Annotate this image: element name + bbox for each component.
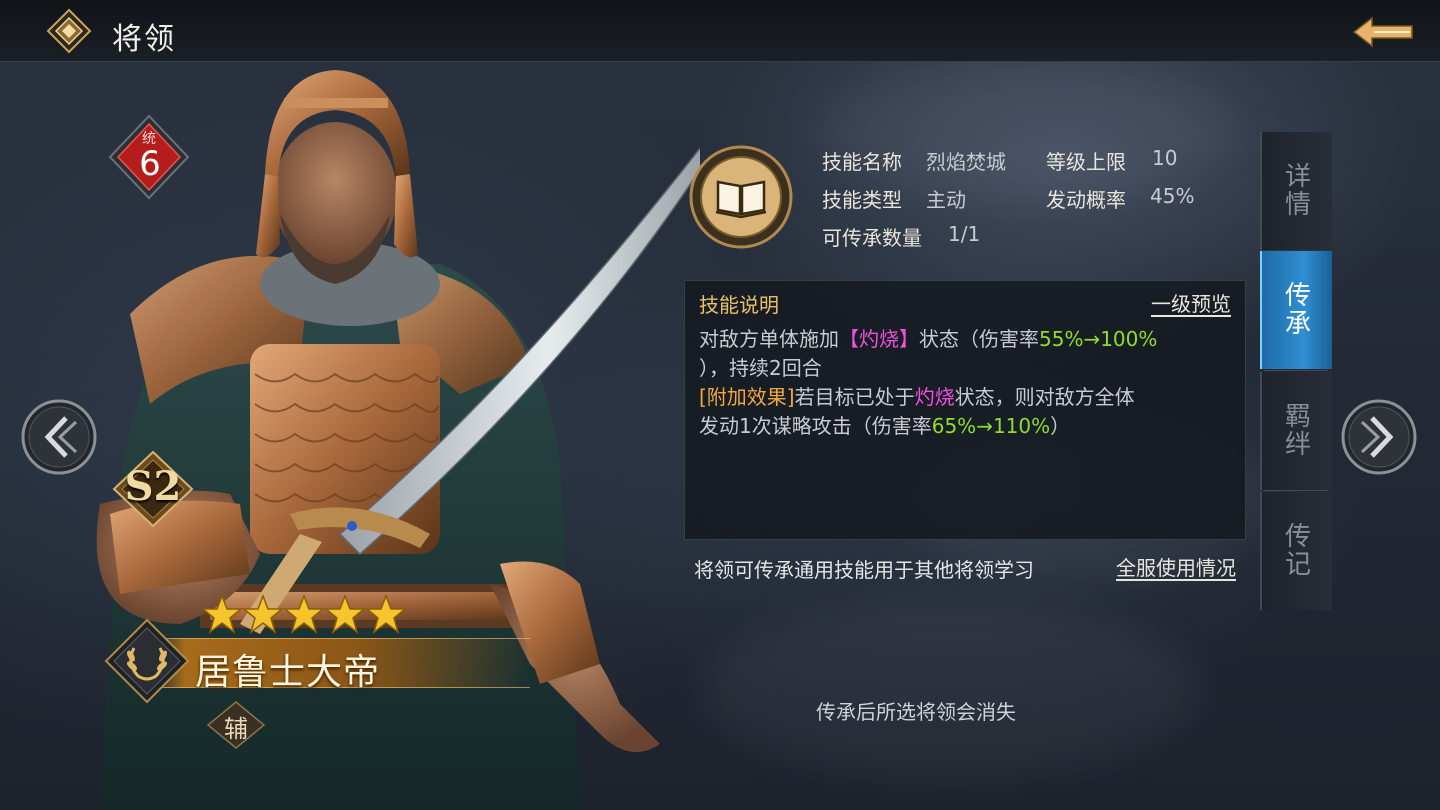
side-tabs: 详 情 传 承 羁 绊 传 记 bbox=[1260, 132, 1332, 610]
trigger-chance-label: 发动概率 bbox=[1046, 188, 1126, 212]
desc-text: 对敌方单体施加 bbox=[699, 327, 839, 351]
status-highlight: 灼烧 bbox=[914, 385, 955, 409]
description-text: 对敌方单体施加【灼烧】状态（伤害率55%→100% ），持续2回合 [附加效果]… bbox=[699, 325, 1235, 441]
tab-inherit[interactable]: 传 承 bbox=[1260, 251, 1332, 369]
game-screen: 将领 统 6 S2 居鲁士大帝 辅 技能名称 烈焰焚城 等级上限 10 技能类型… bbox=[0, 0, 1440, 810]
tab-label: 情 bbox=[1284, 190, 1311, 220]
skill-type-label: 技能类型 bbox=[822, 188, 902, 212]
level-cap-value: 10 bbox=[1152, 146, 1178, 170]
status-highlight: 【灼烧】 bbox=[839, 327, 919, 351]
inherit-warning: 传承后所选将领会消失 bbox=[816, 700, 1016, 724]
inherit-count-value: 1/1 bbox=[948, 222, 981, 246]
tab-divider bbox=[1264, 490, 1328, 491]
rate-highlight: 55%→100% bbox=[1039, 327, 1158, 351]
inherit-count-label: 可传承数量 bbox=[822, 226, 922, 250]
tab-label: 传 bbox=[1284, 281, 1311, 311]
effect-tag: [附加效果] bbox=[699, 385, 795, 409]
tab-label: 记 bbox=[1284, 550, 1311, 580]
trigger-chance-value: 45% bbox=[1150, 184, 1195, 208]
next-hero-button[interactable] bbox=[1340, 398, 1418, 476]
skill-name-value: 烈焰焚城 bbox=[926, 150, 1006, 174]
desc-text: 状态（伤害率 bbox=[919, 327, 1039, 351]
desc-text: 若目标已处于 bbox=[794, 385, 915, 409]
description-title: 技能说明 bbox=[699, 293, 779, 317]
level-cap-label: 等级上限 bbox=[1046, 150, 1126, 174]
background-cloud bbox=[820, 60, 1240, 200]
inherit-note: 将领可传承通用技能用于其他将领学习 bbox=[694, 558, 1034, 582]
tab-details[interactable]: 详 情 bbox=[1260, 132, 1332, 250]
desc-text: ） bbox=[1050, 414, 1071, 438]
desc-text: ），持续2回合 bbox=[699, 356, 822, 380]
back-arrow-icon[interactable] bbox=[1350, 12, 1416, 52]
tab-label: 承 bbox=[1284, 309, 1311, 339]
page-title: 将领 bbox=[112, 22, 176, 57]
skill-type-value: 主动 bbox=[926, 188, 966, 212]
star-rating bbox=[202, 594, 408, 634]
skill-description-panel: 技能说明 一级预览 对敌方单体施加【灼烧】状态（伤害率55%→100% ），持续… bbox=[684, 280, 1246, 540]
tab-label: 详 bbox=[1284, 162, 1311, 192]
tab-divider bbox=[1264, 370, 1328, 371]
grade-label: S2 bbox=[124, 463, 182, 510]
laurel-icon bbox=[104, 618, 190, 704]
desc-text: 状态，则对敌方全体 bbox=[954, 385, 1135, 409]
tab-label: 绊 bbox=[1284, 430, 1311, 460]
skill-name-label: 技能名称 bbox=[822, 150, 902, 174]
tab-biography[interactable]: 传 记 bbox=[1260, 492, 1332, 610]
desc-text: 发动1次谋略攻击（伤害率 bbox=[699, 414, 932, 438]
book-icon bbox=[689, 145, 793, 249]
server-usage-link[interactable]: 全服使用情况 bbox=[1116, 552, 1236, 581]
hero-name: 居鲁士大帝 bbox=[195, 652, 381, 693]
level-one-preview-link[interactable]: 一级预览 bbox=[1151, 288, 1231, 317]
rate-highlight: 65%→110% bbox=[931, 414, 1051, 438]
tab-label: 羁 bbox=[1284, 402, 1311, 432]
background-cloud bbox=[700, 600, 1200, 780]
top-bar: 将领 bbox=[0, 0, 1440, 62]
diamond-emblem-icon bbox=[46, 8, 92, 54]
tab-label: 传 bbox=[1284, 522, 1311, 552]
tab-bonds[interactable]: 羁 绊 bbox=[1260, 372, 1332, 490]
role-label: 辅 bbox=[224, 715, 248, 743]
stat-value: 6 bbox=[139, 144, 161, 184]
previous-hero-button[interactable] bbox=[20, 398, 98, 476]
